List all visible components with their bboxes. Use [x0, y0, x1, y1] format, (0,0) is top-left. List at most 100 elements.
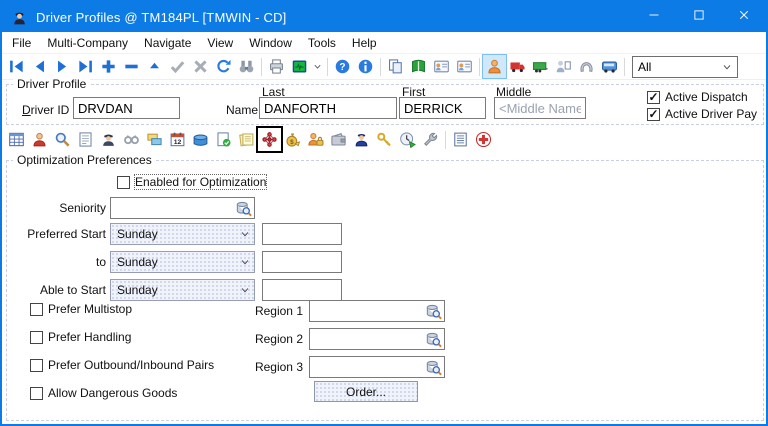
- terminal-monitor-icon[interactable]: [288, 55, 311, 78]
- terminal-dropdown-chevron-icon[interactable]: [311, 56, 324, 78]
- officer-person-icon[interactable]: [350, 128, 373, 151]
- driver-person-icon[interactable]: [28, 128, 51, 151]
- driver-id-input[interactable]: [73, 97, 180, 119]
- first-aid-icon[interactable]: [472, 128, 495, 151]
- report-document-icon[interactable]: [449, 128, 472, 151]
- driver-id-label: Driver ID: [22, 103, 69, 117]
- grid-table-icon[interactable]: [5, 128, 28, 151]
- wrench-icon[interactable]: [419, 128, 442, 151]
- svg-text:12: 12: [174, 139, 182, 146]
- binoculars-find-icon[interactable]: [235, 55, 258, 78]
- help-icon[interactable]: ?: [331, 55, 354, 78]
- able-to-start-day-select[interactable]: Sunday: [110, 279, 255, 301]
- horseshoe-icon[interactable]: [575, 55, 598, 78]
- delete-record-icon[interactable]: [120, 55, 143, 78]
- document-check-icon[interactable]: [212, 128, 235, 151]
- prefer-handling-checkbox[interactable]: [30, 331, 43, 344]
- close-button[interactable]: [721, 2, 766, 32]
- preferred-start-time-input[interactable]: [262, 223, 342, 245]
- maximize-button[interactable]: [676, 2, 721, 32]
- able-to-start-time-input[interactable]: [262, 279, 342, 301]
- copy-document-icon[interactable]: [384, 55, 407, 78]
- profile-document-icon[interactable]: [74, 128, 97, 151]
- seniority-lookup-icon[interactable]: [235, 200, 252, 217]
- handcuffs-icon[interactable]: [120, 128, 143, 151]
- info-icon[interactable]: [354, 55, 377, 78]
- archive-box-icon[interactable]: [189, 128, 212, 151]
- menu-multi-company[interactable]: Multi-Company: [39, 34, 136, 52]
- toolbar-separator: [380, 58, 381, 76]
- id-card-icon[interactable]: [430, 55, 453, 78]
- able-to-start-label: Able to Start: [10, 283, 106, 297]
- menu-navigate[interactable]: Navigate: [136, 34, 199, 52]
- prefer-handling-row: Prefer Handling: [30, 330, 131, 344]
- chevron-down-icon: [722, 62, 732, 72]
- window-driver-icon: [11, 9, 28, 26]
- preferred-end-time-input[interactable]: [262, 251, 342, 273]
- menu-view[interactable]: View: [199, 34, 241, 52]
- seniority-label: Seniority: [10, 201, 106, 215]
- region-3-lookup-icon[interactable]: [425, 359, 442, 376]
- app-window: Driver Profiles @ TM184PL [TMWIN - CD] F…: [0, 0, 768, 426]
- wallet-icon[interactable]: [327, 128, 350, 151]
- person-document-icon[interactable]: [552, 55, 575, 78]
- print-icon[interactable]: [265, 55, 288, 78]
- able-to-start-day-value: Sunday: [117, 283, 158, 297]
- green-book-icon[interactable]: [407, 55, 430, 78]
- allow-dangerous-goods-checkbox[interactable]: [30, 387, 43, 400]
- middle-name-input[interactable]: [494, 97, 586, 119]
- toolbar-icons: ?: [5, 54, 628, 79]
- preferred-start-day-select[interactable]: Sunday: [110, 223, 255, 245]
- enabled-for-optimization-checkbox[interactable]: [117, 176, 130, 189]
- clock-history-icon[interactable]: [396, 128, 419, 151]
- enabled-for-optimization-row: Enabled for Optimization: [117, 175, 266, 189]
- menu-file[interactable]: File: [4, 34, 39, 52]
- nav-next-icon[interactable]: [51, 55, 74, 78]
- trailer-entity-icon[interactable]: [529, 55, 552, 78]
- window-controls: [631, 2, 766, 32]
- save-check-icon[interactable]: [166, 55, 189, 78]
- preferred-end-day-select[interactable]: Sunday: [110, 251, 255, 273]
- driver-cap-icon[interactable]: [97, 128, 120, 151]
- enabled-for-optimization-label: Enabled for Optimization: [135, 175, 266, 189]
- active-dispatch-label: Active Dispatch: [665, 90, 748, 104]
- first-name-input[interactable]: [399, 97, 486, 119]
- nav-first-icon[interactable]: [5, 55, 28, 78]
- region-1-lookup-icon[interactable]: [425, 303, 442, 320]
- seniority-input[interactable]: [110, 197, 255, 219]
- minimize-button[interactable]: [631, 2, 676, 32]
- menu-window[interactable]: Window: [241, 34, 300, 52]
- calendar-icon[interactable]: 12: [166, 128, 189, 151]
- menu-help[interactable]: Help: [344, 34, 385, 52]
- refresh-icon[interactable]: [212, 55, 235, 78]
- nav-last-icon[interactable]: [74, 55, 97, 78]
- truck-entity-icon[interactable]: [506, 55, 529, 78]
- active-dispatch-checkbox[interactable]: [647, 91, 660, 104]
- collapse-up-icon[interactable]: [143, 55, 166, 78]
- last-name-input[interactable]: [259, 97, 397, 119]
- toolbar-separator: [479, 58, 480, 76]
- person-lock-icon[interactable]: [304, 128, 327, 151]
- notes-stack-icon[interactable]: [235, 128, 258, 151]
- active-driver-pay-checkbox[interactable]: [647, 108, 660, 121]
- filter-dropdown[interactable]: All: [632, 56, 738, 78]
- prefer-outbound-inbound-pairs-row: Prefer Outbound/Inbound Pairs: [30, 358, 214, 372]
- magnifier-icon[interactable]: [51, 128, 74, 151]
- order-button[interactable]: Order...: [314, 381, 418, 402]
- optimization-network-icon[interactable]: [258, 128, 281, 151]
- carrier-bus-icon[interactable]: [598, 55, 621, 78]
- driver-entity-icon[interactable]: [483, 55, 506, 78]
- add-record-icon[interactable]: [97, 55, 120, 78]
- nav-previous-icon[interactable]: [28, 55, 51, 78]
- key-icon[interactable]: [373, 128, 396, 151]
- active-driver-pay-label: Active Driver Pay: [665, 107, 757, 121]
- close-icon: [738, 8, 750, 26]
- pay-cards-icon[interactable]: [143, 128, 166, 151]
- cancel-x-icon[interactable]: [189, 55, 212, 78]
- region-2-lookup-icon[interactable]: [425, 331, 442, 348]
- money-bag-icon[interactable]: $: [281, 128, 304, 151]
- prefer-multistop-checkbox[interactable]: [30, 303, 43, 316]
- id-card-alt-icon[interactable]: [453, 55, 476, 78]
- prefer-outbound-inbound-pairs-checkbox[interactable]: [30, 359, 43, 372]
- menu-tools[interactable]: Tools: [300, 34, 344, 52]
